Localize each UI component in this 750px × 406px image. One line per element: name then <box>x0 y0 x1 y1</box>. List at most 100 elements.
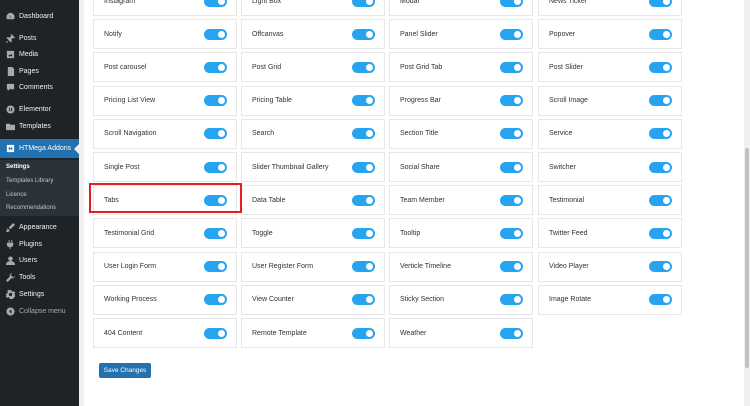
widget-toggle-slider-thumbnail-gallery[interactable] <box>352 161 375 173</box>
widget-toggle-data-table[interactable] <box>352 194 375 206</box>
sidebar-item-media[interactable]: Media <box>0 46 79 63</box>
widget-toggle-offcanvas[interactable] <box>352 28 375 40</box>
toggle-knob <box>366 296 373 304</box>
sidebar-item-posts[interactable]: Posts <box>0 30 79 47</box>
submenu-item-templates-library[interactable]: Templates Library <box>6 178 53 184</box>
toggle-knob <box>218 63 225 71</box>
widget-label: Team Member <box>400 196 445 204</box>
widget-toggle-view-counter[interactable] <box>352 294 375 306</box>
widget-card-popover: Popover <box>538 19 682 50</box>
sidebar-item-elementor[interactable]: Elementor <box>0 101 79 118</box>
widget-label: Switcher <box>549 163 576 171</box>
widget-toggle-scroll-navigation[interactable] <box>204 128 227 140</box>
widget-toggle-modal[interactable] <box>500 0 523 7</box>
widget-toggle-404-content[interactable] <box>204 327 227 339</box>
widget-toggle-testimonial[interactable] <box>649 194 672 206</box>
widget-toggle-single-post[interactable] <box>204 161 227 173</box>
plugin-icon <box>3 240 17 249</box>
widget-card-scroll-image: Scroll Image <box>538 85 682 116</box>
widget-card-testimonial-grid: Testimonial Grid <box>93 218 237 249</box>
widget-card-panel-slider: Panel Slider <box>389 19 533 50</box>
toggle-knob <box>366 63 373 71</box>
widget-toggle-pricing-list-view[interactable] <box>204 95 227 107</box>
widget-toggle-image-rotate[interactable] <box>649 294 672 306</box>
dashboard-icon <box>3 12 17 21</box>
widget-card-instagram: Instagram <box>93 0 237 16</box>
widget-toggle-tabs[interactable] <box>204 194 227 206</box>
widget-toggle-weather[interactable] <box>500 327 523 339</box>
toggle-knob <box>366 0 373 5</box>
submenu-item-recommendations[interactable]: Recommendations <box>6 205 56 211</box>
collapse-icon <box>3 307 17 316</box>
widget-toggle-testimonial-grid[interactable] <box>204 227 227 239</box>
widget-card-offcanvas: Offcanvas <box>241 19 385 50</box>
widget-card-image-rotate: Image Rotate <box>538 284 682 315</box>
widget-toggle-notify[interactable] <box>204 28 227 40</box>
submenu-item-settings[interactable]: Settings <box>6 164 30 170</box>
widget-toggle-working-process[interactable] <box>204 294 227 306</box>
widget-label: User Login Form <box>104 263 157 271</box>
widget-toggle-post-grid-tab[interactable] <box>500 61 523 73</box>
widget-toggle-toggle[interactable] <box>352 227 375 239</box>
scrollbar[interactable] <box>744 0 750 406</box>
widget-toggle-verticle-timeline[interactable] <box>500 261 523 273</box>
sidebar-item-settings[interactable]: Settings <box>0 286 79 303</box>
widget-toggle-progress-bar[interactable] <box>500 95 523 107</box>
widget-toggle-instagram[interactable] <box>204 0 227 7</box>
widget-card-view-counter: View Counter <box>241 284 385 315</box>
widget-toggle-post-carousel[interactable] <box>204 61 227 73</box>
widget-toggle-popover[interactable] <box>649 28 672 40</box>
widget-label: Service <box>549 130 573 138</box>
widget-label: Pricing List View <box>104 97 156 105</box>
sidebar-item-htmega-addons[interactable]: HTMega Addons <box>0 139 79 158</box>
widget-toggle-service[interactable] <box>649 128 672 140</box>
widget-card-weather: Weather <box>389 318 533 348</box>
widget-label: News Ticker <box>549 0 588 5</box>
widget-label: Light Box <box>252 0 282 5</box>
save-changes-button[interactable]: Save Changes <box>99 363 151 378</box>
sidebar-item-pages[interactable]: Pages <box>0 63 79 80</box>
scrollbar-thumb[interactable] <box>745 148 749 368</box>
widget-toggle-twitter-feed[interactable] <box>649 227 672 239</box>
widget-card-single-post: Single Post <box>93 152 237 182</box>
sidebar-item-label: Plugins <box>19 241 42 248</box>
widget-toggle-user-login-form[interactable] <box>204 261 227 273</box>
admin-sidebar: Dashboard Posts Media Pages Comments Elemento… <box>0 0 79 406</box>
sidebar-item-dashboard[interactable]: Dashboard <box>0 8 79 25</box>
sidebar-item-label: Media <box>19 51 39 58</box>
widget-toggle-social-share[interactable] <box>500 161 523 173</box>
widget-toggle-search[interactable] <box>352 128 375 140</box>
widget-toggle-scroll-image[interactable] <box>649 95 672 107</box>
sidebar-item-plugins[interactable]: Plugins <box>0 236 79 253</box>
widget-toggle-post-grid[interactable] <box>352 61 375 73</box>
wrench-icon <box>3 273 17 282</box>
sidebar-item-templates[interactable]: Templates <box>0 118 79 135</box>
widget-toggle-user-register-form[interactable] <box>352 261 375 273</box>
widget-toggle-tooltip[interactable] <box>500 227 523 239</box>
sidebar-item-label: Collapse menu <box>19 308 66 315</box>
sidebar-item-tools[interactable]: Tools <box>0 269 79 286</box>
widget-toggle-switcher[interactable] <box>649 161 672 173</box>
widget-toggle-sticky-section[interactable] <box>500 294 523 306</box>
widget-label: Remote Template <box>252 329 307 337</box>
sidebar-item-label: Users <box>19 257 38 264</box>
widget-toggle-panel-slider[interactable] <box>500 28 523 40</box>
widget-toggle-remote-template[interactable] <box>352 327 375 339</box>
sidebar-item-collapse-menu[interactable]: Collapse menu <box>0 303 79 320</box>
widget-toggle-news-ticker[interactable] <box>649 0 672 7</box>
widget-toggle-light-box[interactable] <box>352 0 375 7</box>
widget-toggle-video-player[interactable] <box>649 261 672 273</box>
htmega-submenu: Settings Templates Library Licence Recommen… <box>0 160 79 216</box>
toggle-knob <box>218 296 225 304</box>
widget-toggle-post-slider[interactable] <box>649 61 672 73</box>
toggle-knob <box>218 130 225 138</box>
submenu-item-licence[interactable]: Licence <box>6 192 27 198</box>
widget-toggle-team-member[interactable] <box>500 194 523 206</box>
widget-label: Progress Bar <box>400 97 441 105</box>
sidebar-item-appearance[interactable]: Appearance <box>0 219 79 236</box>
sidebar-item-comments[interactable]: Comments <box>0 79 79 96</box>
widget-toggle-section-title[interactable] <box>500 128 523 140</box>
sidebar-item-users[interactable]: Users <box>0 252 79 269</box>
sidebar-item-label: Templates <box>19 123 51 130</box>
widget-toggle-pricing-table[interactable] <box>352 95 375 107</box>
